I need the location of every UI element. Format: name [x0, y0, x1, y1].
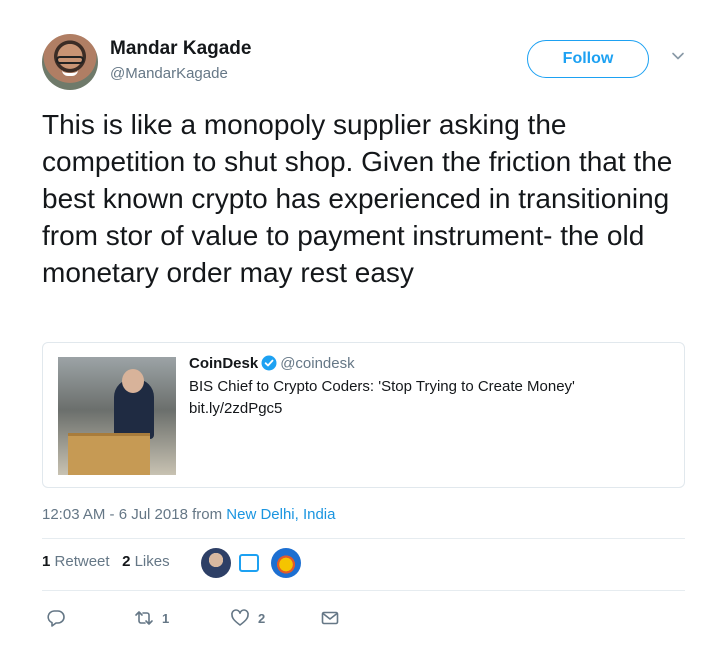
- engagement-stats: 1 Retweet 2 Likes: [42, 553, 170, 570]
- retweets-label[interactable]: Retweet: [55, 553, 110, 570]
- tweet-timestamp: 12:03 AM - 6 Jul 2018 from New Delhi, In…: [42, 506, 335, 523]
- reply-icon: [47, 610, 65, 627]
- likes-count[interactable]: 2: [122, 553, 130, 570]
- timestamp-text[interactable]: 12:03 AM - 6 Jul 2018 from: [42, 506, 226, 523]
- retweet-count: 1: [162, 610, 170, 626]
- quoted-tweet-card[interactable]: CoinDesk @coindesk BIS Chief to Crypto Co…: [42, 342, 685, 488]
- quoted-tweet-body: CoinDesk @coindesk BIS Chief to Crypto Co…: [189, 355, 669, 420]
- envelope-icon: [321, 611, 339, 625]
- likes-label[interactable]: Likes: [135, 553, 170, 570]
- divider: [42, 538, 685, 539]
- quoted-author-name: CoinDesk: [189, 355, 259, 372]
- tweet-actions: 1 2: [42, 606, 372, 630]
- quoted-author-handle: @coindesk: [280, 355, 355, 372]
- chevron-down-icon[interactable]: [670, 48, 686, 64]
- avatar-glasses: [56, 56, 84, 64]
- liker-avatar[interactable]: [239, 554, 259, 572]
- like-count: 2: [258, 610, 266, 626]
- quoted-tweet-link[interactable]: bit.ly/2zdPgc5: [189, 398, 669, 420]
- retweet-icon: [135, 611, 153, 625]
- like-button[interactable]: 2: [230, 606, 265, 630]
- liker-avatar[interactable]: [201, 548, 231, 578]
- retweets-count[interactable]: 1: [42, 553, 50, 570]
- author-name[interactable]: Mandar Kagade: [110, 38, 251, 60]
- quoted-tweet-text: BIS Chief to Crypto Coders: 'Stop Trying…: [189, 378, 575, 395]
- author-handle[interactable]: @MandarKagade: [110, 65, 228, 82]
- divider: [42, 590, 685, 591]
- heart-icon: [231, 609, 249, 626]
- speaker-head: [122, 369, 144, 393]
- tweet-text: This is like a monopoly supplier asking …: [42, 109, 673, 288]
- direct-message-button[interactable]: [320, 606, 340, 630]
- location-link[interactable]: New Delhi, India: [226, 506, 335, 523]
- verified-badge-icon: [261, 355, 277, 371]
- avatar-smile: [62, 70, 78, 76]
- liker-avatar[interactable]: [271, 548, 301, 578]
- podium-shape: [68, 433, 150, 475]
- reply-button[interactable]: [46, 606, 74, 630]
- quoted-tweet-image: [58, 357, 176, 475]
- retweet-button[interactable]: 1: [134, 606, 169, 630]
- avatar[interactable]: [42, 34, 98, 90]
- tweet-header: Mandar Kagade @MandarKagade Follow: [42, 34, 692, 94]
- follow-button[interactable]: Follow: [527, 40, 649, 78]
